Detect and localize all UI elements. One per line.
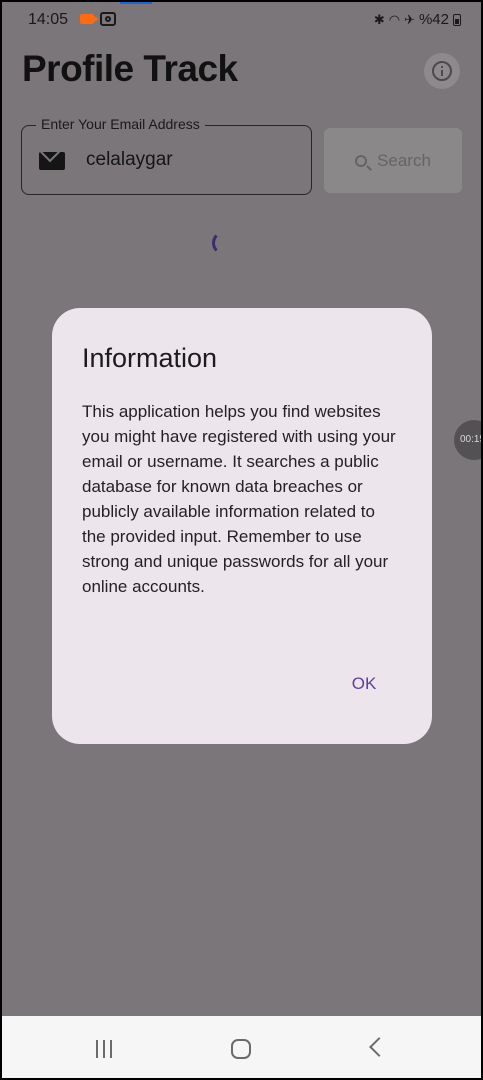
page-title: Profile Track [22, 48, 238, 89]
wifi-icon: ◠ [388, 11, 401, 27]
mail-icon [39, 152, 65, 170]
screen-record-icon [80, 14, 99, 24]
email-field[interactable]: Enter Your Email Address celalaygar [21, 116, 312, 195]
back-button[interactable] [369, 1037, 389, 1057]
recent-apps-button[interactable] [96, 1040, 112, 1058]
email-field-label: Enter Your Email Address [36, 116, 205, 132]
airplane-icon: ✈ [404, 11, 415, 27]
information-dialog: Information This application helps you f… [52, 308, 432, 744]
email-field-value[interactable]: celalaygar [86, 149, 173, 171]
status-time: 14:05 [28, 11, 69, 28]
search-button[interactable]: Search [324, 128, 462, 193]
battery-icon [453, 13, 461, 26]
info-button[interactable] [424, 53, 460, 89]
app-screen: 14:05 ✱ ◠ ✈ %42 Profile Track Enter Your… [2, 2, 481, 1078]
status-bar: 14:05 ✱ ◠ ✈ %42 [2, 2, 481, 36]
floating-timer[interactable]: 00:15 [454, 420, 481, 460]
info-icon [432, 61, 452, 81]
home-button[interactable] [231, 1039, 251, 1059]
navigation-bar [2, 1016, 481, 1078]
battery-level: %42 [418, 11, 449, 28]
status-icons: ✱ ◠ ✈ %42 [374, 11, 461, 28]
dialog-title: Information [82, 343, 218, 373]
screenshot-icon [100, 12, 116, 26]
bluetooth-icon: ✱ [373, 11, 385, 27]
search-icon [355, 154, 368, 167]
dialog-body: This application helps you find websites… [82, 402, 396, 596]
loading-spinner [212, 231, 236, 255]
search-button-label: Search [377, 150, 431, 170]
ok-button[interactable]: OK [338, 664, 390, 704]
